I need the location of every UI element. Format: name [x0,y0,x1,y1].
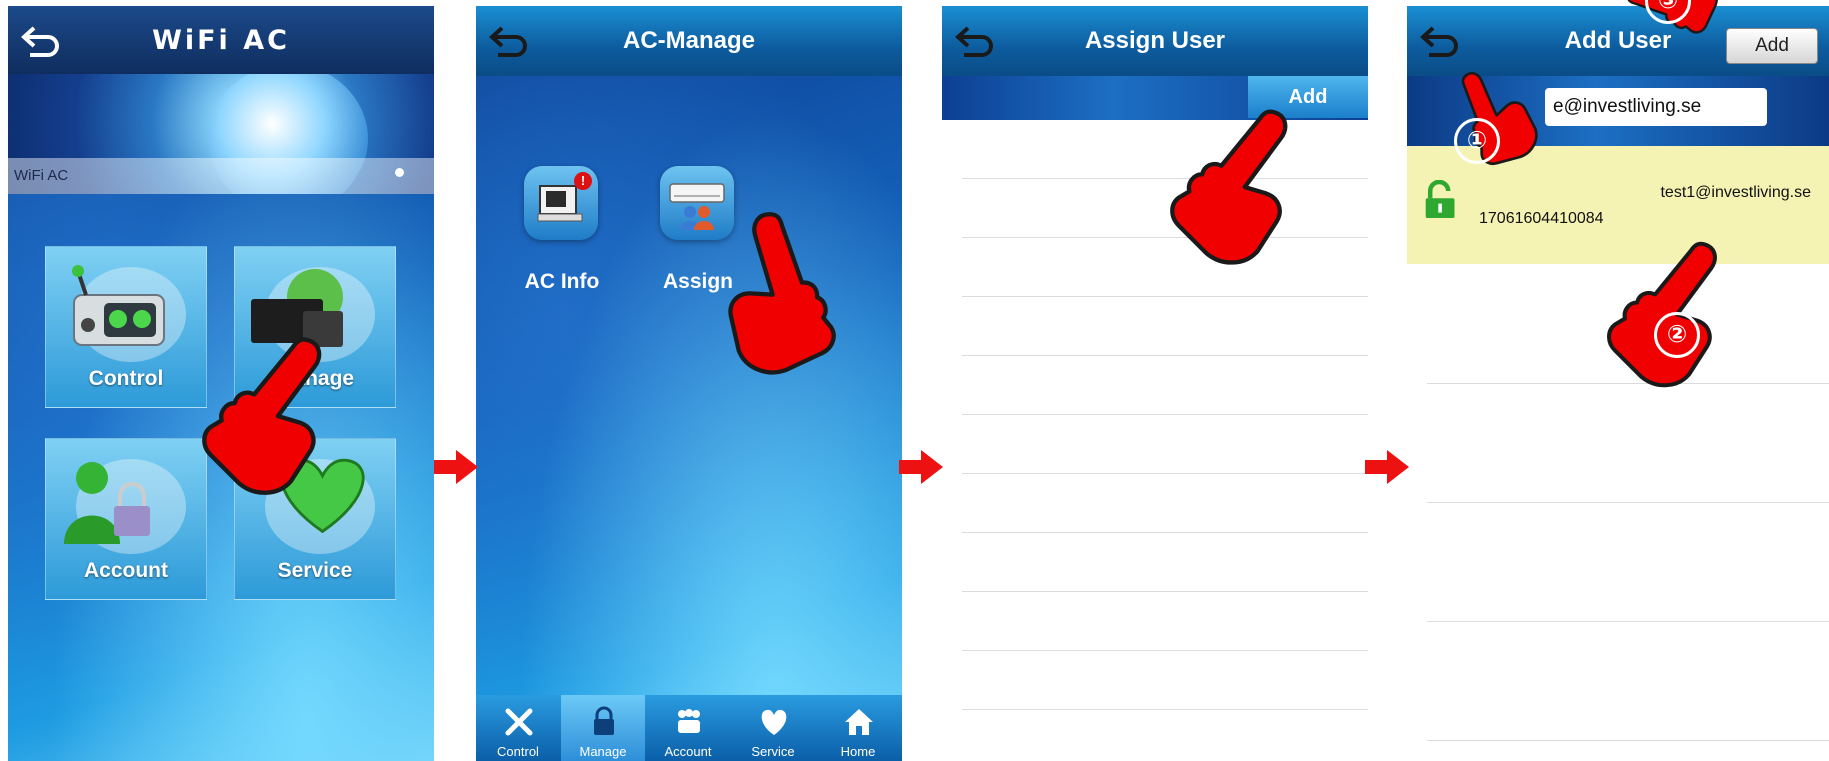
assign-user-header: Assign User [942,6,1368,76]
tab-label: Control [497,744,539,759]
tab-home[interactable]: Home [816,695,900,761]
tile-label: Service [277,559,353,582]
list-divider [962,532,1368,533]
ac-info-icon: ! [524,166,598,240]
pointing-hand-icon [202,337,322,495]
step-1-badge: ① [1454,118,1500,164]
back-icon[interactable] [954,20,1000,60]
list-divider [962,414,1368,415]
step-2-badge: ② [1654,312,1700,358]
globe-banner: WiFi AC [8,74,434,194]
step-number: ③ [1657,0,1679,14]
tab-manage[interactable]: Manage [561,695,645,761]
back-icon[interactable] [488,20,534,60]
tile-control[interactable]: Control [45,246,207,408]
banner-caption: WiFi AC [14,167,69,184]
unlock-icon [1425,180,1455,218]
icon-label: AC Info [524,270,600,293]
tab-service[interactable]: Service [731,695,815,761]
list-divider [962,296,1368,297]
list-divider [1427,740,1829,741]
tile-label: Account [84,559,168,582]
add-button-label: Add [1755,35,1789,56]
app-title: WiFi AC [152,24,290,56]
list-divider [962,591,1368,592]
users-icon [678,709,700,733]
tab-label: Account [664,744,712,759]
banner-page-dot [395,168,404,177]
assign-icon [660,166,734,240]
list-divider [962,650,1368,651]
tab-label: Manage [579,744,627,759]
email-input-value: e@investliving.se [1553,96,1702,117]
ac-info-button[interactable]: ! AC Info [512,166,612,296]
ac-users-icon [669,183,725,230]
bottom-tab-bar: Control Manage Account Service Home [476,695,902,761]
page-title: Assign User [1084,27,1226,54]
banner-strip [8,158,434,194]
tab-account[interactable]: Account [646,695,730,761]
list-divider [962,709,1368,710]
flow-arrow-icon [1365,450,1409,484]
entry-email: test1@investliving.se [1660,184,1811,201]
alert-badge: ! [574,172,592,190]
panel-ac-manage: AC-Manage ! AC Info Assign Control Manag… [476,6,902,761]
list-divider [962,237,1368,238]
list-divider [1427,621,1829,622]
user-lock-icon [64,462,150,544]
lock-icon [594,706,614,735]
tools-icon [505,708,533,736]
tile-label: Control [88,367,164,390]
home-header: WiFi AC [8,6,434,74]
back-icon[interactable] [20,20,66,60]
list-divider [962,178,1368,179]
list-divider [1427,502,1829,503]
panel-assign-user: Assign User Add [942,6,1368,761]
pointing-hand-icon [1607,241,1717,388]
pointing-hand-icon [1170,109,1288,265]
tab-label: Home [840,744,876,759]
header-add-button[interactable]: Add [1726,28,1818,64]
step-number: ② [1666,321,1688,348]
tile-account[interactable]: Account [45,438,207,600]
entry-id: 17061604410084 [1479,210,1604,227]
email-input[interactable]: e@investliving.se [1545,88,1767,126]
home-icon [845,709,873,735]
tab-label: Service [751,744,795,759]
flow-arrow-icon [899,450,943,484]
ac-manage-header: AC-Manage [476,6,902,76]
page-title: AC-Manage [622,27,755,54]
back-icon[interactable] [1419,20,1465,60]
flow-arrow-icon [434,450,478,484]
list-divider [962,473,1368,474]
heart-icon [761,709,787,735]
tab-control[interactable]: Control [476,695,560,761]
control-panel-icon [72,265,165,346]
step-number: ① [1466,127,1488,154]
list-divider [962,355,1368,356]
